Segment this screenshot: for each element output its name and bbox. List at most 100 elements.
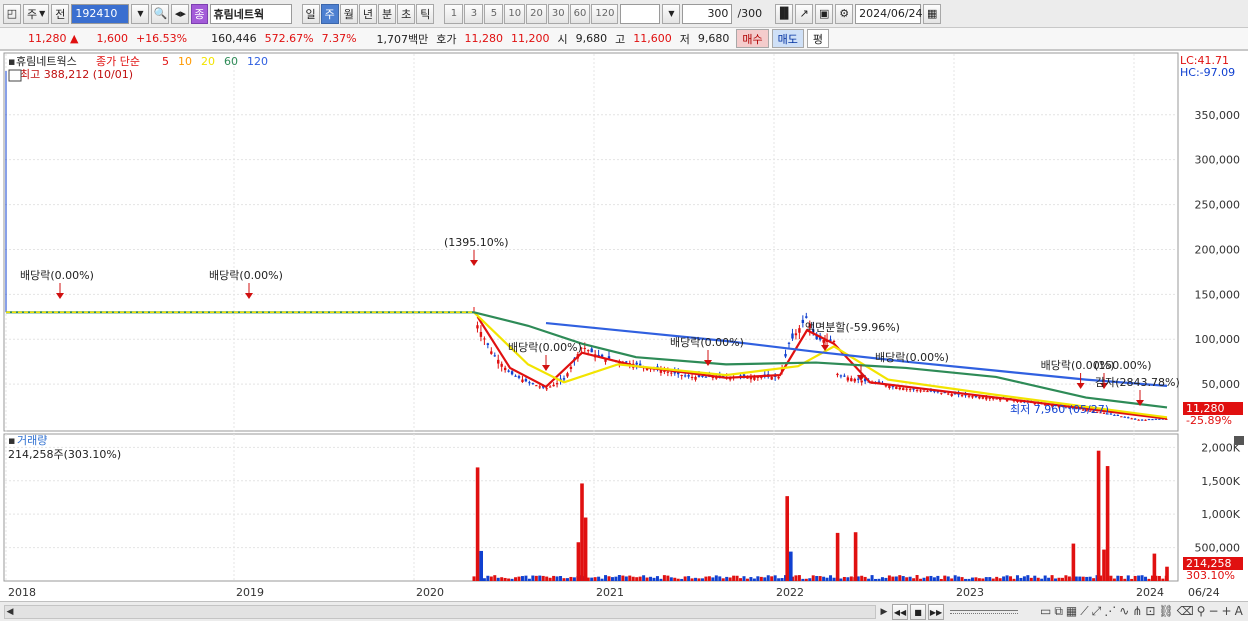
indicator-icon[interactable]: ↗: [795, 3, 814, 24]
volume-bar: [500, 577, 504, 581]
volume-bar: [1067, 576, 1071, 581]
count-input[interactable]: 300: [682, 3, 733, 24]
grid-icon[interactable]: ▦: [1066, 604, 1077, 619]
volume-bar: [655, 576, 659, 581]
candle-body: [500, 363, 503, 367]
save-icon[interactable]: ▣: [815, 3, 834, 24]
volume-bar: [555, 576, 559, 581]
calendar-icon[interactable]: ▦: [923, 3, 942, 24]
wave-tool-icon[interactable]: ∿: [1119, 604, 1129, 619]
prev-button[interactable]: 전: [51, 3, 70, 24]
date-input[interactable]: 2024/06/24: [855, 3, 923, 24]
lock-icon[interactable]: ⊡: [1145, 604, 1155, 619]
volume-bar: [496, 577, 500, 581]
volume-title: 거래량: [17, 434, 47, 447]
volume-bar: [960, 577, 964, 581]
volume-bar: [652, 577, 656, 581]
zoom-in-icon[interactable]: +: [1222, 604, 1232, 619]
magnifier-icon[interactable]: ⚲: [1197, 604, 1206, 619]
trend-tool-icon[interactable]: ⤢: [1092, 604, 1102, 619]
volume-bar-major: [475, 467, 480, 581]
volume-bar: [545, 576, 549, 581]
ma-legend-60: 60: [224, 55, 238, 68]
play-button[interactable]: ▶▶: [928, 604, 944, 620]
volume-close-icon[interactable]: [1234, 436, 1244, 445]
code-dropdown-icon[interactable]: ▼: [131, 3, 150, 24]
fib-tool-icon[interactable]: ⋰: [1104, 604, 1116, 619]
volume-bar: [1078, 576, 1082, 581]
interval-tab-120[interactable]: 120: [591, 3, 619, 24]
scroll-left-icon[interactable]: ◀: [4, 605, 16, 619]
period-tab-0[interactable]: 일: [301, 3, 320, 24]
volume-ratio: 572.67%: [264, 32, 314, 45]
interval-tab-1[interactable]: 1: [444, 3, 464, 24]
market-select[interactable]: 주 ▼: [23, 3, 50, 24]
rewind-button[interactable]: ◀◀: [892, 604, 908, 620]
chevron-down-icon: ▼: [39, 9, 46, 18]
window-menu-icon[interactable]: ◰: [3, 3, 21, 24]
stop-button[interactable]: ■: [910, 604, 926, 620]
candle-body: [1154, 418, 1158, 420]
layout-icon[interactable]: ▭: [1040, 604, 1051, 619]
stock-code-input[interactable]: 192410: [71, 3, 130, 24]
period-tab-2[interactable]: 월: [339, 3, 358, 24]
volume-bar: [777, 578, 781, 581]
buy-button[interactable]: 매수: [736, 29, 769, 48]
sell-button[interactable]: 매도: [771, 29, 804, 48]
interval-dropdown-icon[interactable]: ▼: [662, 3, 681, 24]
period-tab-6[interactable]: 틱: [416, 3, 435, 24]
candle-body: [1137, 419, 1140, 421]
volume-bar: [1123, 578, 1127, 581]
volume-bar: [981, 578, 985, 581]
volume-bar: [1112, 578, 1116, 581]
high-price: 11,600: [633, 32, 672, 45]
volume-bar: [773, 575, 777, 581]
pattern-tool-icon[interactable]: ⋔: [1132, 604, 1142, 619]
candle-body: [1130, 418, 1133, 420]
candle-body: [853, 378, 856, 382]
eval-button[interactable]: 평: [806, 29, 830, 48]
volume-bar: [493, 575, 497, 581]
horizontal-scrollbar[interactable]: [4, 605, 876, 619]
period-tab-1[interactable]: 주: [320, 3, 339, 24]
copy-icon[interactable]: ⧉: [1054, 604, 1063, 619]
zoom-slider[interactable]: [950, 610, 1018, 614]
candle-body: [940, 392, 943, 394]
x-axis-label: 06/24: [1188, 586, 1220, 599]
interval-tab-5[interactable]: 5: [484, 3, 504, 24]
candle-body: [503, 367, 507, 371]
volume-value: 160,446: [211, 32, 257, 45]
volume-bar: [804, 578, 808, 581]
speaker-icon[interactable]: ◂▸: [171, 3, 190, 24]
gear-icon[interactable]: ⚙: [835, 3, 854, 24]
ma-legend-10: 10: [178, 55, 192, 68]
zoom-out-icon[interactable]: −: [1208, 604, 1218, 619]
volume-bar: [593, 577, 597, 581]
period-tab-3[interactable]: 년: [358, 3, 378, 24]
volume-bar: [1047, 577, 1051, 581]
erase-icon[interactable]: ⌫: [1177, 604, 1194, 619]
candle-body: [947, 393, 950, 395]
candle-type-icon[interactable]: ▐▌: [775, 3, 794, 24]
period-tab-4[interactable]: 분: [378, 3, 397, 24]
search-icon[interactable]: 🔍: [151, 3, 170, 24]
volume-bar: [489, 576, 493, 581]
interval-tab-10[interactable]: 10: [504, 3, 526, 24]
interval-tab-3[interactable]: 3: [464, 3, 484, 24]
chart-area[interactable]: 350,000 300,000 250,000 200,000 150,000 100,0…: [0, 50, 1248, 602]
scroll-right-icon[interactable]: ▶: [878, 605, 890, 619]
interval-tab-20[interactable]: 20: [526, 3, 547, 24]
interval-custom-input[interactable]: [620, 3, 661, 24]
link-icon[interactable]: ⛓: [1158, 604, 1173, 619]
volume-bar-major: [785, 496, 789, 581]
volume-bar-major: [580, 483, 584, 581]
text-size-icon[interactable]: A: [1235, 604, 1243, 619]
candle-body: [960, 395, 964, 397]
volume-bar-major: [1105, 466, 1110, 581]
period-tab-5[interactable]: 초: [397, 3, 416, 24]
volume-bar-major: [1071, 543, 1076, 581]
interval-tab-60[interactable]: 60: [569, 3, 591, 24]
line-tool-icon[interactable]: ⟋: [1080, 604, 1088, 619]
interval-tab-30[interactable]: 30: [547, 3, 569, 24]
chart-svg[interactable]: 350,000 300,000 250,000 200,000 150,000 100,0…: [0, 51, 1248, 603]
